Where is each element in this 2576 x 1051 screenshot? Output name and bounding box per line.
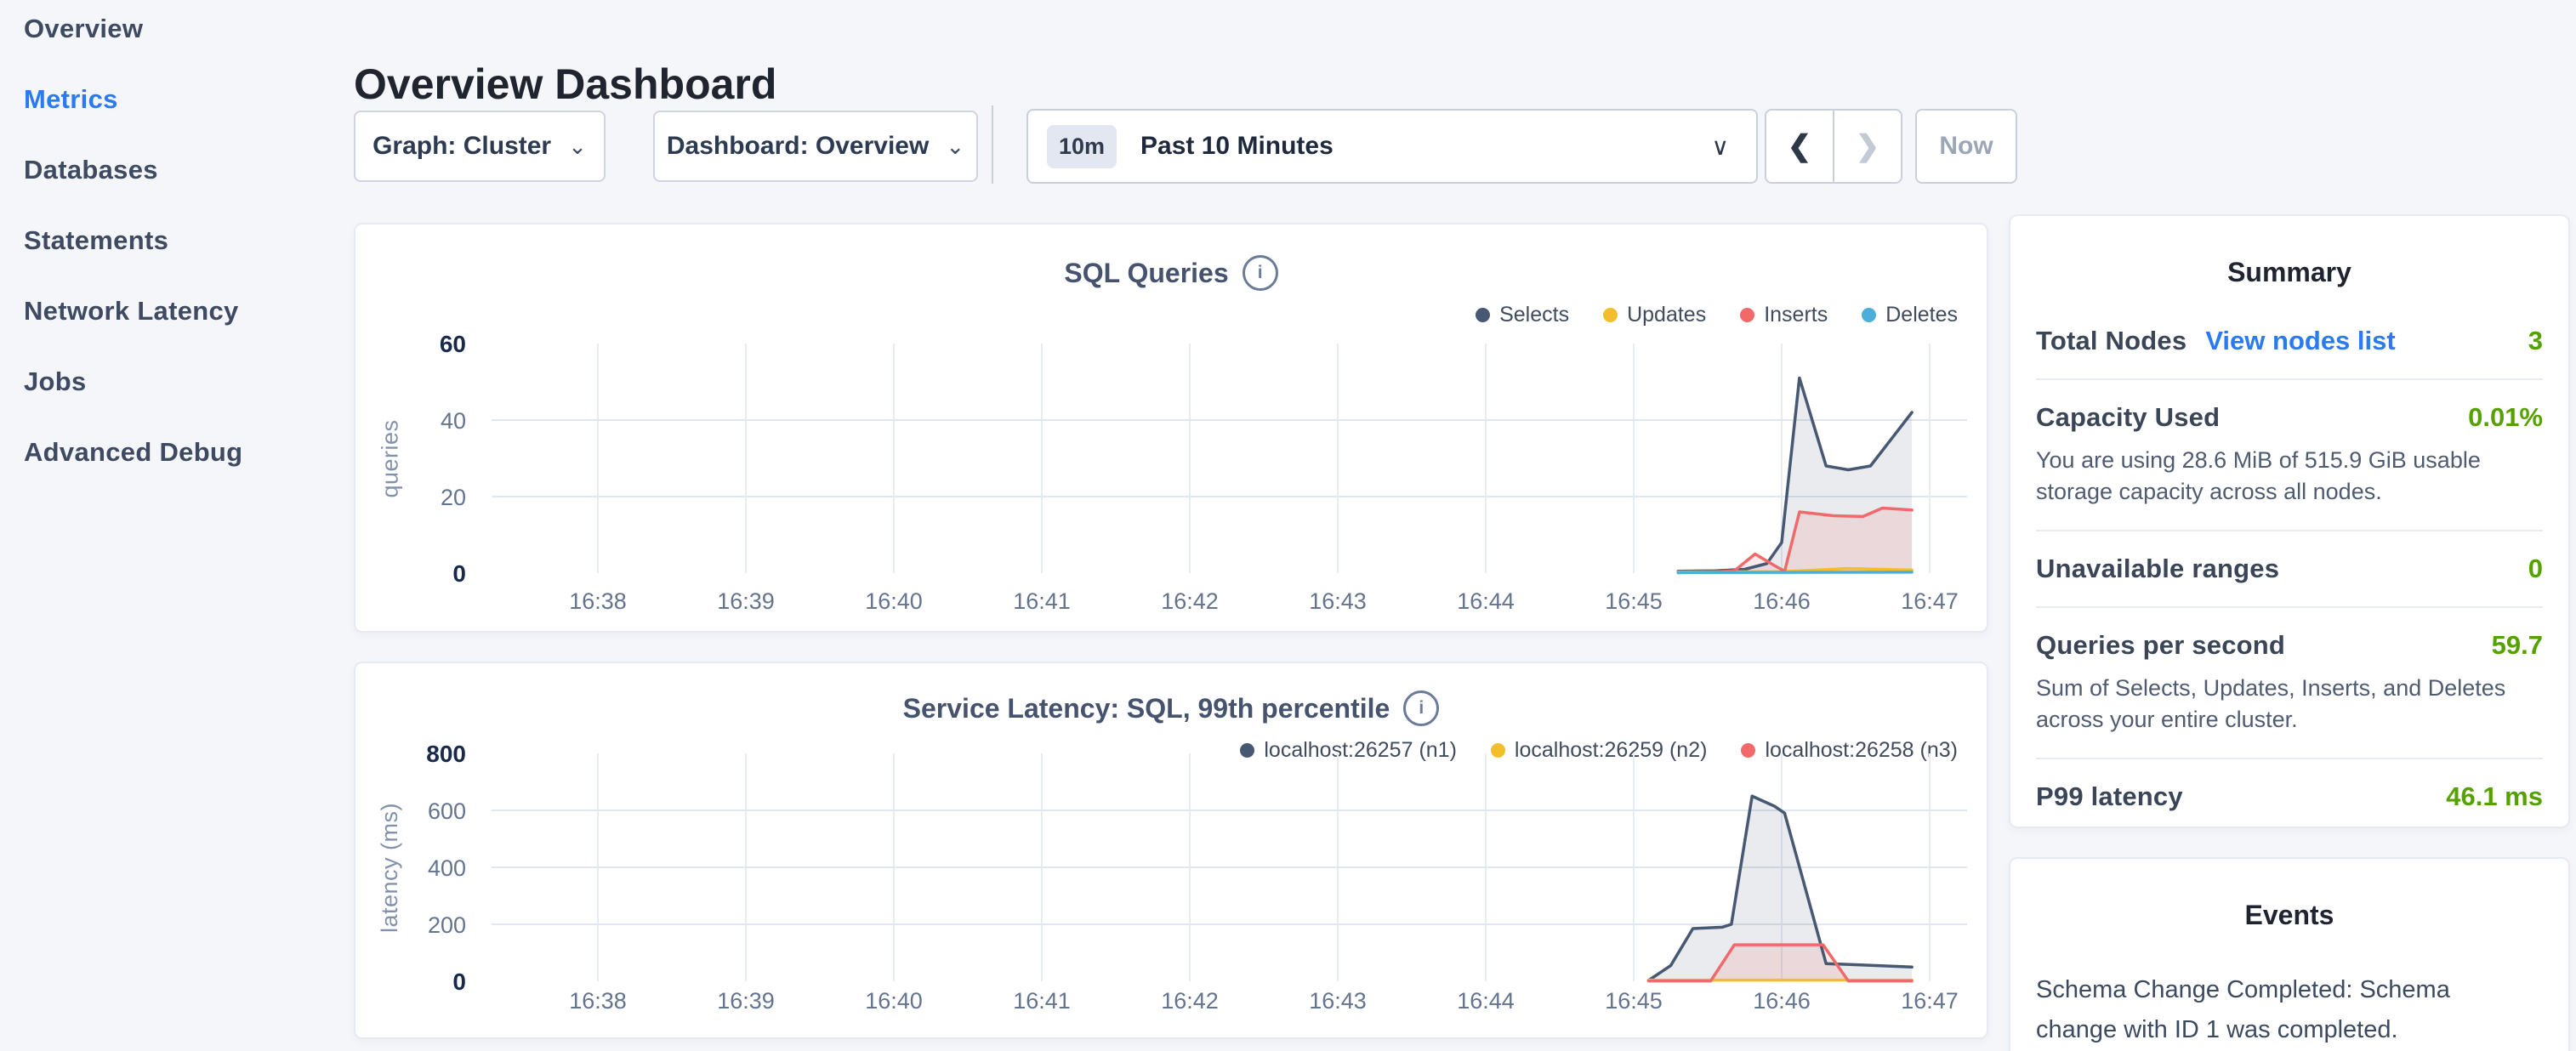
chevron-down-icon: ⌄ xyxy=(568,135,587,157)
summary-value: 0.01% xyxy=(2468,402,2543,433)
toolbar-divider xyxy=(992,105,993,184)
svg-text:16:46: 16:46 xyxy=(1753,588,1811,614)
summary-row-unavailable-ranges: Unavailable ranges 0 xyxy=(2036,554,2543,584)
svg-text:20: 20 xyxy=(441,485,466,510)
summary-title: Summary xyxy=(2036,257,2543,288)
svg-text:400: 400 xyxy=(428,855,466,881)
sidebar-item-databases[interactable]: Databases xyxy=(24,155,354,225)
graph-node-dropdown-label: Graph: Cluster xyxy=(372,132,551,161)
events-panel: Events Schema Change Completed: Schema c… xyxy=(2009,857,2570,1051)
summary-panel: Summary Total Nodes View nodes list 3 Ca… xyxy=(2009,214,2570,828)
summary-description: Sum of Selects, Updates, Inserts, and De… xyxy=(2036,673,2521,736)
svg-text:16:44: 16:44 xyxy=(1457,988,1515,1014)
svg-text:600: 600 xyxy=(428,798,466,824)
summary-value: 46.1 ms xyxy=(2446,781,2543,812)
sidebar-item-network-latency[interactable]: Network Latency xyxy=(24,296,354,366)
service-latency-chart-card: Service Latency: SQL, 99th percentile i … xyxy=(354,662,1988,1039)
divider xyxy=(2036,378,2543,380)
summary-description: You are using 28.6 MiB of 515.9 GiB usab… xyxy=(2036,445,2521,508)
svg-text:16:47: 16:47 xyxy=(1901,588,1959,614)
divider xyxy=(2036,758,2543,759)
svg-text:40: 40 xyxy=(441,408,466,434)
divider xyxy=(2036,530,2543,531)
svg-text:800: 800 xyxy=(426,741,466,767)
metrics-page: Overview Metrics Databases Statements Ne… xyxy=(0,0,2576,1051)
svg-text:60: 60 xyxy=(440,331,466,357)
svg-text:16:47: 16:47 xyxy=(1901,988,1959,1014)
svg-text:16:43: 16:43 xyxy=(1309,588,1367,614)
svg-text:16:39: 16:39 xyxy=(717,988,775,1014)
svg-text:16:45: 16:45 xyxy=(1605,988,1663,1014)
svg-text:16:42: 16:42 xyxy=(1161,988,1219,1014)
view-nodes-list-link[interactable]: View nodes list xyxy=(2205,326,2395,356)
dashboard-dropdown[interactable]: Dashboard: Overview ⌄ xyxy=(653,111,978,182)
event-message[interactable]: Schema Change Completed: Schema change w… xyxy=(2036,970,2461,1050)
next-time-window-button[interactable]: ❯ xyxy=(1834,111,1901,182)
svg-text:16:38: 16:38 xyxy=(569,588,627,614)
sidebar: Overview Metrics Databases Statements Ne… xyxy=(0,0,354,508)
summary-label: P99 latency xyxy=(2036,781,2183,812)
svg-text:16:44: 16:44 xyxy=(1457,588,1515,614)
now-button[interactable]: Now xyxy=(1915,109,2017,184)
summary-row-p99-latency: P99 latency 46.1 ms xyxy=(2036,781,2543,812)
svg-text:16:45: 16:45 xyxy=(1605,588,1663,614)
divider xyxy=(2036,606,2543,608)
svg-text:16:41: 16:41 xyxy=(1013,588,1071,614)
chevron-down-icon: ⌄ xyxy=(946,135,964,157)
svg-text:16:38: 16:38 xyxy=(569,988,627,1014)
time-step-buttons: ❮ ❯ xyxy=(1765,109,1902,184)
summary-label: Queries per second xyxy=(2036,630,2285,661)
svg-text:16:42: 16:42 xyxy=(1161,588,1219,614)
chevron-down-icon: ∨ xyxy=(1712,133,1730,161)
svg-text:16:39: 16:39 xyxy=(717,588,775,614)
time-range-picker[interactable]: 10m Past 10 Minutes ∨ xyxy=(1026,109,1758,184)
summary-row-total-nodes: Total Nodes View nodes list 3 xyxy=(2036,326,2543,356)
summary-row-capacity-used: Capacity Used 0.01% xyxy=(2036,402,2543,433)
events-title: Events xyxy=(2036,900,2543,931)
graph-node-dropdown[interactable]: Graph: Cluster ⌄ xyxy=(354,111,606,182)
time-window-label: Past 10 Minutes xyxy=(1140,132,1711,161)
svg-text:0: 0 xyxy=(452,969,466,995)
svg-text:16:46: 16:46 xyxy=(1753,988,1811,1014)
summary-label: Capacity Used xyxy=(2036,402,2220,433)
sidebar-item-statements[interactable]: Statements xyxy=(24,225,354,296)
svg-text:16:43: 16:43 xyxy=(1309,988,1367,1014)
summary-value: 3 xyxy=(2528,326,2543,356)
dashboard-dropdown-label: Dashboard: Overview xyxy=(667,132,929,161)
summary-row-queries-per-second: Queries per second 59.7 xyxy=(2036,630,2543,661)
sidebar-item-metrics[interactable]: Metrics xyxy=(24,84,354,155)
svg-text:0: 0 xyxy=(452,560,466,587)
prev-time-window-button[interactable]: ❮ xyxy=(1766,111,1834,182)
service-latency-plot[interactable]: 16:38 16:39 16:40 16:41 16:42 16:43 16:44 16:45… xyxy=(355,663,1990,1041)
summary-label: Total Nodes xyxy=(2036,326,2186,356)
svg-text:16:41: 16:41 xyxy=(1013,988,1071,1014)
sidebar-item-jobs[interactable]: Jobs xyxy=(24,366,354,437)
sidebar-item-advanced-debug[interactable]: Advanced Debug xyxy=(24,437,354,508)
summary-value: 59.7 xyxy=(2492,630,2543,661)
summary-label: Unavailable ranges xyxy=(2036,554,2279,584)
svg-text:16:40: 16:40 xyxy=(865,588,923,614)
sidebar-item-overview[interactable]: Overview xyxy=(24,14,354,84)
summary-value: 0 xyxy=(2528,554,2543,584)
svg-text:200: 200 xyxy=(428,912,466,938)
sql-queries-plot[interactable]: 16:38 16:39 16:40 16:41 16:42 16:43 16:44 16:45… xyxy=(355,224,1990,634)
page-title: Overview Dashboard xyxy=(354,60,776,109)
svg-text:16:40: 16:40 xyxy=(865,988,923,1014)
time-window-badge: 10m xyxy=(1047,125,1117,168)
sql-queries-chart-card: SQL Queries i SelectsUpdatesInsertsDelet… xyxy=(354,223,1988,633)
